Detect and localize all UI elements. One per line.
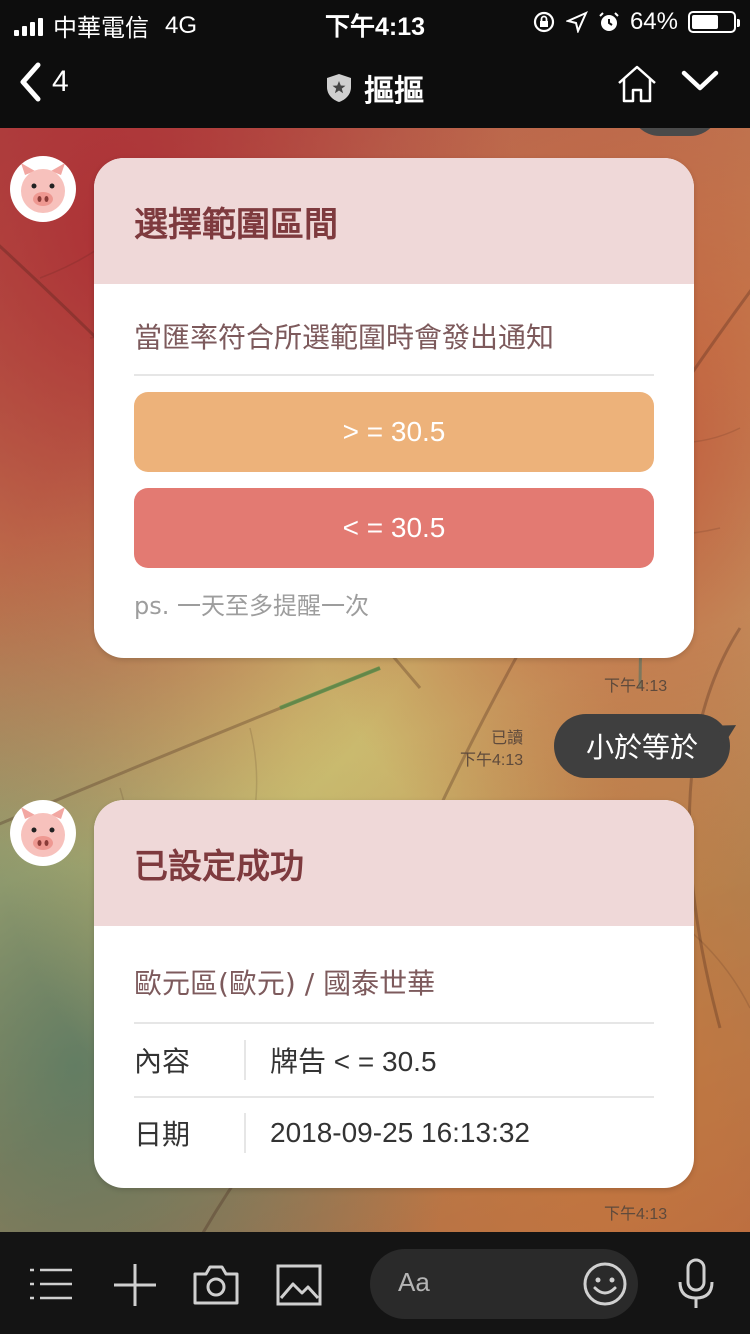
message-time: 下午4:13	[604, 1206, 668, 1223]
card-subtitle: 歐元區(歐元) / 國泰世華	[134, 926, 654, 1024]
row-value: 2018-09-25 16:13:32	[270, 1117, 530, 1148]
shield-star-icon	[327, 74, 351, 102]
chevron-down-icon[interactable]	[680, 68, 720, 94]
row-value: 牌告 < = 30.5	[270, 1046, 437, 1077]
card-header: 已設定成功	[94, 800, 694, 926]
user-message-bubble[interactable]: 小於等於	[554, 714, 730, 778]
message-time: 下午4:13	[604, 678, 668, 695]
home-icon[interactable]	[616, 64, 658, 104]
camera-icon[interactable]	[192, 1262, 240, 1306]
detail-row-content: 內容 牌告 < = 30.5	[134, 1024, 654, 1096]
pig-icon	[21, 807, 65, 857]
card-body: 歐元區(歐元) / 國泰世華 內容 牌告 < = 30.5 日期 2018-09…	[94, 926, 694, 1168]
chat-area[interactable]: 選擇範圍區間 當匯率符合所選範圍時會發出通知 > = 30.5 < = 30.5…	[0, 128, 750, 1232]
message-input-placeholder: Aa	[398, 1267, 430, 1297]
range-select-card: 選擇範圍區間 當匯率符合所選範圍時會發出通知 > = 30.5 < = 30.5…	[94, 158, 694, 658]
card-note: ps. 一天至多提醒一次	[134, 592, 369, 620]
bot-avatar[interactable]	[10, 800, 76, 866]
microphone-icon[interactable]	[676, 1258, 716, 1310]
status-bar: 中華電信 4G 下午4:13 64%	[0, 0, 750, 44]
card-title: 已設定成功	[134, 846, 304, 887]
row-label: 內容	[134, 1040, 246, 1080]
option-lte-button[interactable]: < = 30.5	[134, 488, 654, 568]
chat-title-text: 摳摳	[364, 74, 424, 109]
card-body: 當匯率符合所選範圍時會發出通知 > = 30.5 < = 30.5 ps. 一天…	[94, 284, 694, 621]
read-status: 已讀	[491, 730, 524, 747]
alarm-icon	[599, 12, 619, 31]
read-receipt: 已讀 下午4:13	[460, 728, 523, 771]
lock-rotation-icon	[533, 11, 555, 33]
pig-icon	[21, 163, 65, 213]
emoji-icon[interactable]	[582, 1261, 628, 1307]
detail-row-date: 日期 2018-09-25 16:13:32	[134, 1096, 654, 1168]
card-header: 選擇範圍區間	[94, 158, 694, 284]
input-bar: Aa	[0, 1232, 750, 1334]
option-gte-button[interactable]: > = 30.5	[134, 392, 654, 472]
success-card: 已設定成功 歐元區(歐元) / 國泰世華 內容 牌告 < = 30.5 日期 2…	[94, 800, 694, 1188]
row-label: 日期	[134, 1113, 246, 1153]
nav-bar: 4 摳摳	[0, 44, 750, 128]
card-title: 選擇範圍區間	[134, 204, 338, 245]
image-icon[interactable]	[276, 1264, 322, 1306]
message-input[interactable]: Aa	[370, 1249, 638, 1319]
battery-level	[692, 15, 718, 29]
status-right: 64%	[532, 8, 740, 36]
reply-time: 下午4:13	[460, 751, 524, 769]
menu-icon[interactable]	[30, 1266, 72, 1302]
card-description: 當匯率符合所選範圍時會發出通知	[134, 284, 654, 376]
battery-icon	[688, 11, 740, 33]
plus-icon[interactable]	[112, 1262, 158, 1308]
location-arrow-icon	[565, 11, 588, 33]
bot-avatar[interactable]	[10, 156, 76, 222]
battery-percent: 64%	[629, 8, 678, 35]
